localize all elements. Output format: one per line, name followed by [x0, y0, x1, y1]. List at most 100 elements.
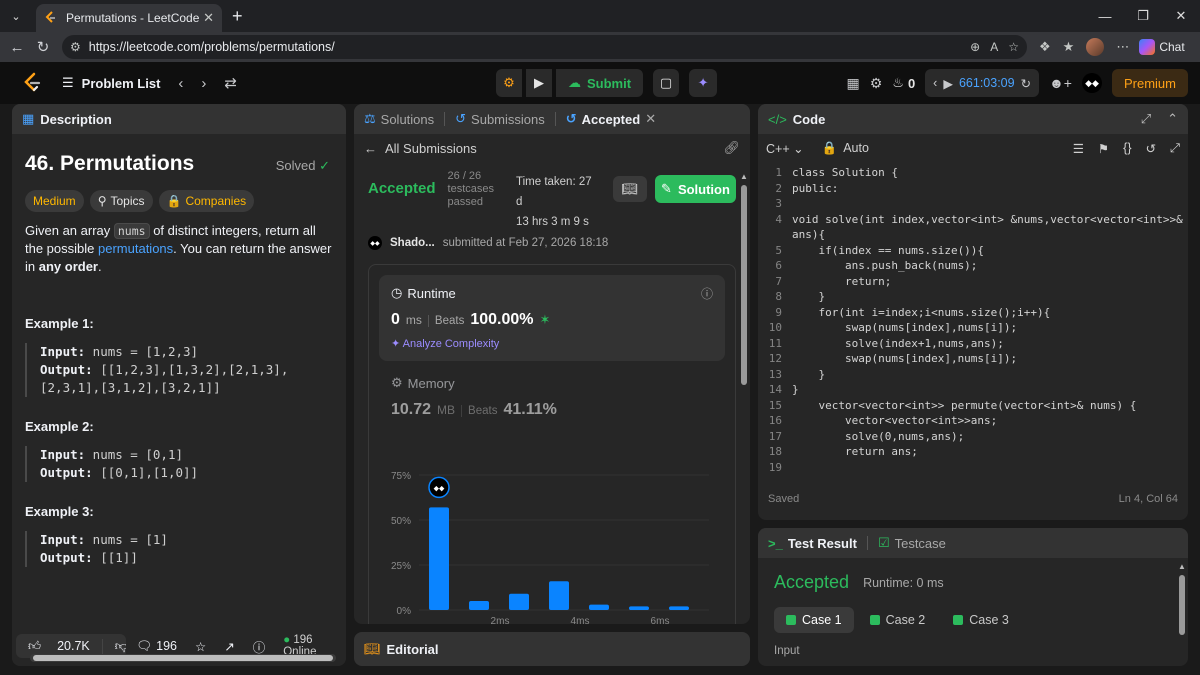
case-tab-2[interactable]: Case 2	[858, 607, 938, 633]
ai-sparkle-icon[interactable]: ✦	[689, 69, 718, 97]
all-submissions-link[interactable]: All Submissions	[385, 141, 477, 156]
code-line[interactable]: 1 class Solution {	[758, 166, 1188, 182]
tab-solutions[interactable]: ⚖ Solutions	[364, 111, 434, 127]
read-aloud-icon[interactable]: A	[990, 40, 998, 54]
code-line[interactable]: 6 ans.push_back(nums);	[758, 259, 1188, 275]
permutations-link[interactable]: permutations	[98, 241, 173, 256]
close-tab-icon[interactable]: ✕	[203, 10, 214, 26]
timer-collapse-icon[interactable]: ‹	[933, 76, 937, 90]
horizontal-scrollbar[interactable]	[30, 654, 336, 662]
tab-testcase[interactable]: ☑ Testcase	[878, 535, 946, 551]
description-tab[interactable]: Description	[40, 112, 112, 127]
favorites-icon[interactable]: ★	[1063, 39, 1075, 55]
runtime-box[interactable]: ◷ Runtime ⓘ 0 ms Beats 100.00% ✶ ✦ Analyz…	[379, 275, 725, 361]
memory-box[interactable]: ⚙ Memory 10.72 MB Beats 41.11%	[379, 361, 725, 419]
settings-gear-icon[interactable]: ⚙	[870, 75, 883, 92]
code-line[interactable]: 18 return ans;	[758, 445, 1188, 461]
tab-menu-chevron-icon[interactable]: ⌄	[4, 5, 28, 27]
scroll-thumb[interactable]	[741, 185, 747, 385]
analyze-complexity-link[interactable]: ✦ Analyze Complexity	[391, 337, 713, 350]
reload-icon[interactable]: ↻	[30, 38, 56, 56]
problem-list-button[interactable]: ☰ Problem List	[62, 75, 160, 91]
back-icon[interactable]: ←	[4, 39, 30, 56]
format-icon[interactable]: ☰	[1073, 141, 1084, 156]
add-friend-icon[interactable]: ☻+	[1049, 75, 1072, 91]
comments-button[interactable]: 🗨︎ 196	[136, 639, 177, 654]
site-info-icon[interactable]: ⚙	[70, 40, 81, 54]
submission-scrollbar[interactable]: ▲	[740, 172, 748, 618]
shuffle-icon[interactable]: ⇄	[224, 74, 237, 92]
code-line[interactable]: 15 vector<vector<int>> permute(vector<in…	[758, 399, 1188, 415]
editorial-book-button[interactable]: 📖︎	[612, 176, 647, 202]
close-tab-icon[interactable]: ✕	[645, 111, 656, 127]
braces-icon[interactable]: {}	[1123, 141, 1131, 155]
code-line[interactable]: ans){	[758, 228, 1188, 244]
tab-test-result[interactable]: >_ Test Result	[768, 536, 857, 551]
case-tab-1[interactable]: Case 1	[774, 607, 854, 633]
solution-button[interactable]: ✎ Solution	[654, 175, 736, 203]
editorial-panel[interactable]: 📖︎ Editorial	[354, 632, 750, 666]
layout-icon[interactable]: ▦	[846, 75, 859, 92]
editorial-header[interactable]: 📖︎ Editorial	[354, 632, 750, 666]
timer[interactable]: ‹ ▶ 661:03:09 ↻	[925, 69, 1040, 97]
code-line[interactable]: 17 solve(0,nums,ans);	[758, 430, 1188, 446]
case-tab-3[interactable]: Case 3	[941, 607, 1021, 633]
maximize-icon[interactable]: ❐	[1124, 8, 1162, 24]
collapse-chevron-icon[interactable]: ⌃	[1167, 111, 1178, 127]
like-button[interactable]: 👍︎ 20.7K	[16, 639, 102, 654]
debug-icon[interactable]: ⚙	[496, 69, 522, 97]
copilot-chat-button[interactable]: Chat	[1139, 39, 1185, 55]
new-tab-icon[interactable]: +	[232, 6, 243, 27]
expand-icon[interactable]: ⤢	[1141, 111, 1151, 127]
notes-icon[interactable]: ▢	[653, 69, 680, 97]
scroll-up-arrow-icon[interactable]: ▲	[1178, 562, 1186, 571]
author-avatar[interactable]: ◆◆	[368, 236, 382, 250]
code-line[interactable]: 4 void solve(int index,vector<int> &nums,…	[758, 213, 1188, 229]
language-select[interactable]: C++ ⌄	[766, 141, 804, 156]
timer-play-icon[interactable]: ▶	[943, 76, 953, 91]
scroll-up-arrow-icon[interactable]: ▲	[740, 172, 748, 181]
prev-problem-icon[interactable]: ‹	[178, 75, 183, 92]
code-line[interactable]: 14}	[758, 383, 1188, 399]
info-icon[interactable]: ⓘ	[701, 285, 713, 302]
code-line[interactable]: 8 }	[758, 290, 1188, 306]
code-line[interactable]: 11 solve(index+1,nums,ans);	[758, 337, 1188, 353]
dislike-button[interactable]: 👎︎	[101, 638, 126, 654]
runtime-distribution-chart[interactable]: 75% 50% 25% 0% ◆◆ 2ms 4ms 6ms	[379, 465, 719, 624]
omnibox[interactable]: ⚙ https://leetcode.com/problems/permutat…	[62, 35, 1027, 59]
next-problem-icon[interactable]: ›	[201, 75, 206, 92]
tab-accepted[interactable]: ↺ Accepted ✕	[566, 111, 656, 127]
url-text[interactable]: https://leetcode.com/problems/permutatio…	[89, 40, 960, 54]
minimize-icon[interactable]: —	[1086, 9, 1124, 24]
tab-submissions[interactable]: ↺ Submissions	[455, 111, 545, 127]
code-line[interactable]: 5 if(index == nums.size()){	[758, 244, 1188, 260]
code-line[interactable]: 13 }	[758, 368, 1188, 384]
favorite-star-icon[interactable]: ☆	[1008, 40, 1019, 54]
user-avatar[interactable]: ◆◆	[1081, 73, 1102, 93]
more-options-icon[interactable]: ⋯	[1116, 39, 1129, 55]
run-icon[interactable]: ▶	[526, 69, 552, 97]
test-scrollbar[interactable]: ▲	[1178, 562, 1186, 662]
companies-tag[interactable]: 🔒 Companies	[158, 190, 255, 212]
help-icon[interactable]: ⓘ	[253, 637, 266, 656]
code-tab[interactable]: Code	[793, 112, 826, 127]
extensions-icon[interactable]: ❖	[1039, 39, 1051, 55]
close-window-icon[interactable]: ✕	[1162, 8, 1200, 24]
bookmark-icon[interactable]: ⚑	[1098, 141, 1109, 156]
code-line[interactable]: 7 return;	[758, 275, 1188, 291]
fullscreen-icon[interactable]: ⤢	[1170, 141, 1180, 156]
code-line[interactable]: 19	[758, 461, 1188, 477]
timer-reset-icon[interactable]: ↻	[1021, 76, 1031, 91]
code-line[interactable]: 16 vector<vector<int>>ans;	[758, 414, 1188, 430]
back-arrow-icon[interactable]: ←	[364, 141, 377, 156]
scroll-thumb[interactable]	[33, 655, 333, 661]
author-name[interactable]: Shado...	[390, 237, 435, 249]
profile-avatar[interactable]	[1086, 38, 1105, 56]
reset-icon[interactable]: ↺	[1146, 141, 1156, 156]
favorite-star-icon[interactable]: ☆	[195, 639, 206, 654]
code-editor[interactable]: 1 class Solution {2 public: 3 4 void solve(in…	[758, 162, 1188, 484]
premium-button[interactable]: Premium	[1111, 69, 1188, 97]
share-icon[interactable]: ↗	[224, 639, 234, 654]
zoom-icon[interactable]: ⊕	[970, 40, 980, 54]
topics-tag[interactable]: ⚲ Topics	[89, 190, 153, 212]
